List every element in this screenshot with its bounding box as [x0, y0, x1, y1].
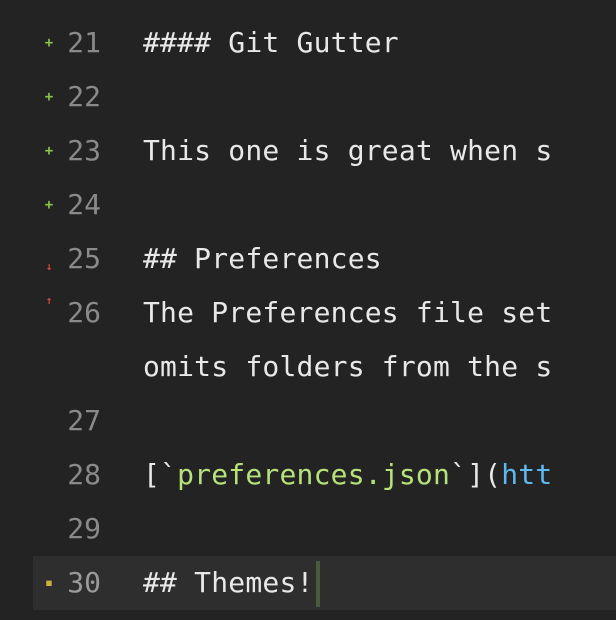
line-number: 28: [67, 458, 101, 491]
link-bracket-close: `](: [450, 458, 502, 491]
git-added-icon: +: [44, 89, 54, 105]
line-text-content: ## Themes!: [143, 566, 314, 599]
code-editor[interactable]: + 21 #### Git Gutter + 22 + 23 This one …: [0, 0, 616, 620]
text-cursor: [315, 561, 320, 607]
git-added-icon: +: [44, 197, 54, 213]
line-text[interactable]: This one is great when s: [143, 124, 552, 178]
git-added-icon: +: [44, 35, 54, 51]
git-added-icon: +: [44, 143, 54, 159]
editor-line[interactable]: 28 [`preferences.json`](htt: [0, 448, 616, 502]
editor-line[interactable]: 29: [0, 502, 616, 556]
editor-line[interactable]: ↓ 25 ## Preferences: [0, 232, 616, 286]
line-number: 21: [67, 26, 101, 59]
git-deleted-below-icon: ↓: [45, 259, 53, 273]
line-text[interactable]: [`preferences.json`](htt: [143, 448, 552, 502]
git-deleted-above-icon: ↑: [45, 293, 53, 307]
line-number: 24: [67, 188, 101, 221]
line-number: 22: [67, 80, 101, 113]
editor-line-current[interactable]: ▪ 30 ## Themes!: [33, 556, 616, 610]
editor-line-wrap[interactable]: omits folders from the s: [0, 340, 616, 394]
editor-line[interactable]: + 21 #### Git Gutter: [0, 16, 616, 70]
editor-line[interactable]: + 24: [0, 178, 616, 232]
link-bracket-open: [`: [143, 458, 178, 491]
line-number: 27: [67, 404, 101, 437]
git-modified-icon: ▪: [44, 575, 54, 591]
editor-line[interactable]: + 23 This one is great when s: [0, 124, 616, 178]
line-number: 25: [67, 242, 101, 275]
line-text[interactable]: ## Preferences: [143, 232, 382, 286]
editor-line[interactable]: + 22: [0, 70, 616, 124]
line-text[interactable]: #### Git Gutter: [143, 16, 399, 70]
editor-line[interactable]: 27: [0, 394, 616, 448]
code-string: preferences.json: [177, 458, 451, 491]
line-number: 29: [67, 512, 101, 545]
line-text-wrapped[interactable]: omits folders from the s: [143, 340, 552, 394]
line-text[interactable]: ## Themes!: [143, 556, 320, 610]
line-number: 30: [67, 566, 101, 599]
link-url[interactable]: htt: [501, 458, 552, 491]
line-text[interactable]: The Preferences file set: [143, 286, 552, 340]
editor-line[interactable]: ↑ 26 The Preferences file set: [0, 286, 616, 340]
line-number: 26: [67, 296, 101, 329]
line-number: 23: [67, 134, 101, 167]
